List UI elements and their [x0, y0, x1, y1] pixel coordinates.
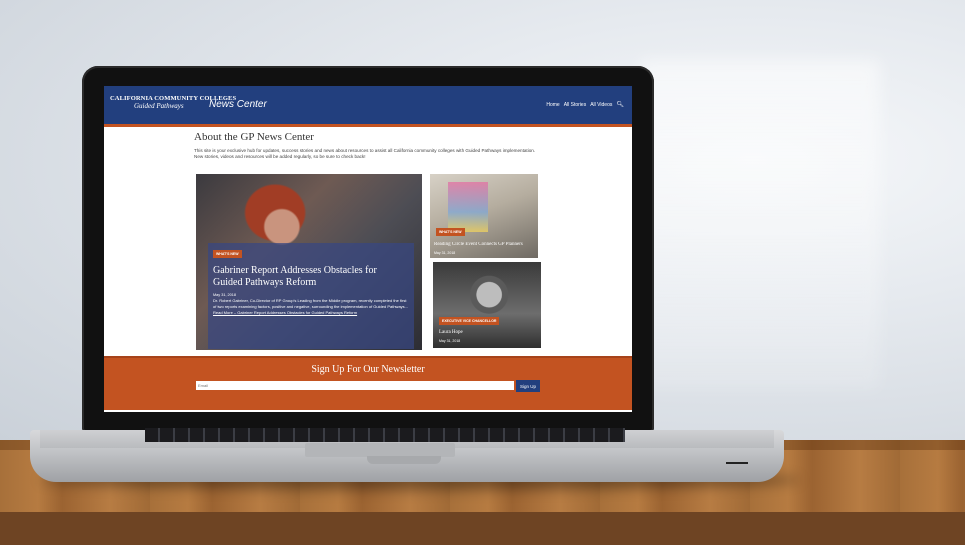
newsletter-title: Sign Up For Our Newsletter [311, 364, 425, 375]
side-story-title[interactable]: Laura Hope [439, 330, 463, 335]
side-story-date: May 31, 2018 [434, 251, 456, 255]
feature-story-card[interactable]: WHAT'S NEW Gabriner Report Addresses Obs… [208, 243, 414, 349]
laptop-status-light [726, 462, 748, 464]
nav-home-link[interactable]: Home [546, 102, 559, 108]
section-title: News Center [209, 99, 267, 110]
side-story-reading-circle[interactable]: WHAT'S NEW Reading Circle Event Connects… [430, 174, 538, 258]
site-header: CALIFORNIA COMMUNITY COLLEGES Guided Pat… [104, 86, 632, 127]
feature-excerpt-text: Dr. Robert Gabriner, Co-Director of RP G… [213, 298, 408, 309]
nav-all-stories-link[interactable]: All Stories [564, 102, 587, 108]
side-story-title[interactable]: Reading Circle Event Connects GP Planner… [434, 242, 538, 247]
about-description: This site is your exclusive hub for upda… [194, 148, 536, 160]
feature-date: May 31, 2018 [213, 293, 237, 297]
newsletter-email-input[interactable] [196, 381, 514, 390]
nav-all-videos-link[interactable]: All Videos [590, 102, 612, 108]
laptop-keyboard [145, 428, 625, 442]
feature-badge[interactable]: WHAT'S NEW [213, 250, 242, 258]
read-more-link[interactable]: Read More – Gabriner Report Addresses Ob… [213, 310, 357, 315]
side-story-date: May 31, 2018 [439, 339, 461, 343]
table-edge [0, 512, 965, 545]
feature-title[interactable]: Gabriner Report Addresses Obstacles for … [213, 265, 408, 289]
map-poster-image [448, 182, 488, 232]
side-story-badge[interactable]: WHAT'S NEW [436, 228, 465, 236]
newsletter-section: Sign Up For Our Newsletter Sign Up [104, 356, 632, 410]
side-story-laura-hope[interactable]: EXECUTIVE VICE CHANCELLOR Laura Hope May… [433, 262, 541, 348]
laptop-notch [367, 456, 441, 464]
search-icon[interactable]: 🔍︎ [616, 101, 624, 108]
feature-excerpt: Dr. Robert Gabriner, Co-Director of RP G… [213, 298, 408, 316]
background-window-light [640, 60, 880, 390]
laptop-trackpad [305, 443, 455, 457]
side-story-badge[interactable]: EXECUTIVE VICE CHANCELLOR [439, 317, 500, 325]
page-title: About the GP News Center [194, 131, 314, 143]
newsletter-signup-button[interactable]: Sign Up [516, 380, 540, 392]
main-nav: Home All Stories All Videos 🔍︎ [546, 101, 624, 109]
laptop-screen: CALIFORNIA COMMUNITY COLLEGES Guided Pat… [104, 86, 632, 412]
